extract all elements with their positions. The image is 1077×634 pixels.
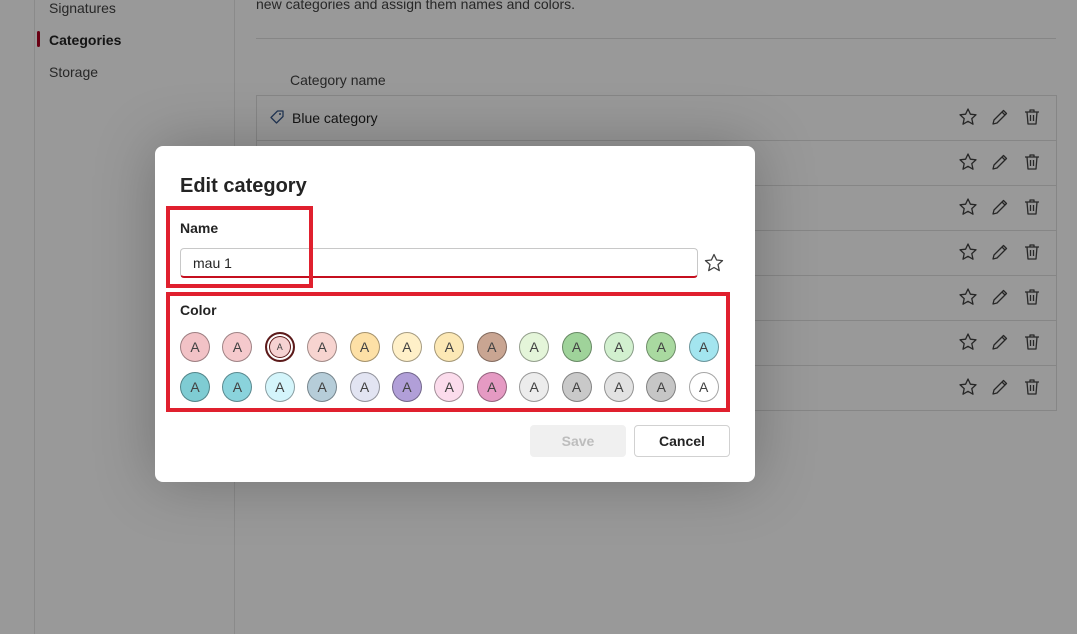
save-button[interactable]: Save	[530, 425, 626, 457]
dialog-title: Edit category	[180, 175, 307, 197]
name-highlight-box	[166, 206, 313, 288]
color-highlight-box	[166, 292, 730, 412]
favorite-star-icon[interactable]	[703, 252, 725, 274]
cancel-button[interactable]: Cancel	[634, 425, 730, 457]
